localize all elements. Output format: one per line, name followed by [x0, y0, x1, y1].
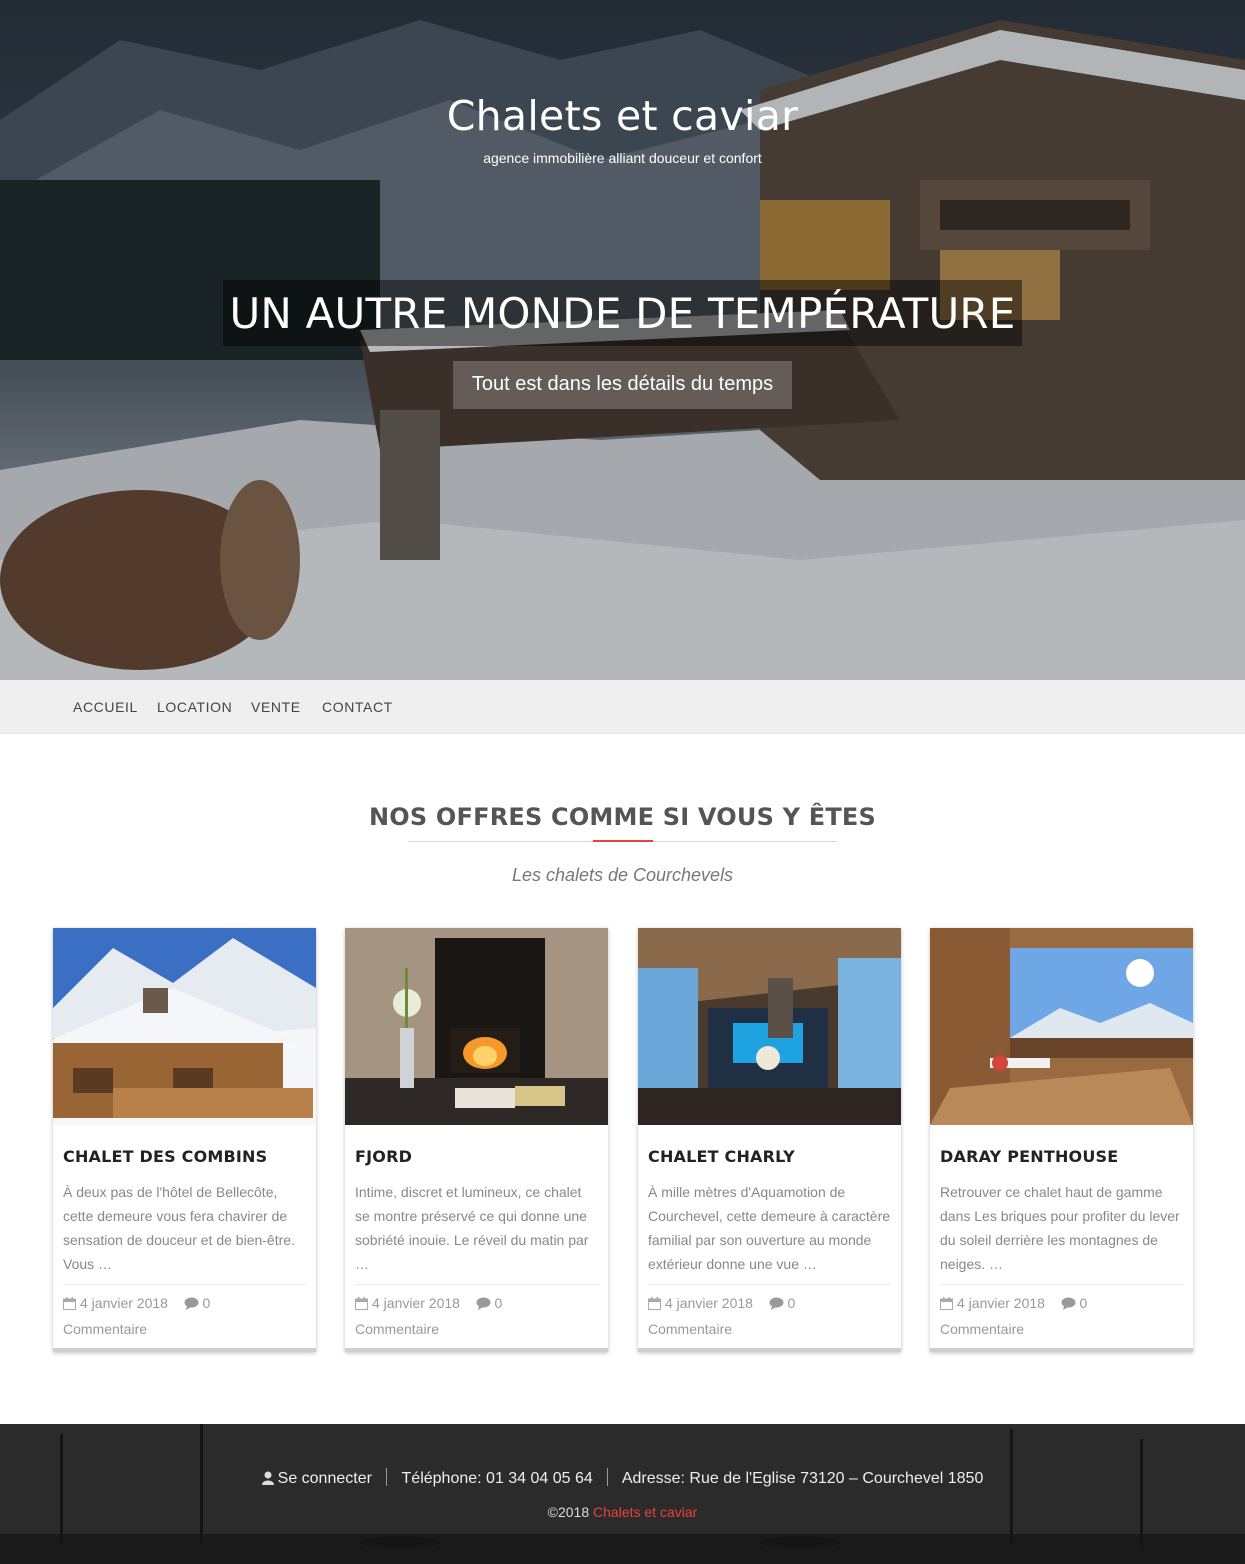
comment-icon — [476, 1293, 491, 1317]
login-link[interactable]: Se connecter — [278, 1470, 372, 1487]
main-navigation: ACCUEIL LOCATION VENTE CONTACT — [0, 680, 1245, 734]
nav-item-accueil[interactable]: ACCUEIL — [73, 699, 138, 715]
offer-card-meta: 4 janvier 2018 0 Commentaire — [355, 1291, 598, 1348]
offer-card-comments-count[interactable]: 0 — [495, 1295, 503, 1311]
site-footer: Se connecter Téléphone: 01 34 04 05 64 A… — [0, 1424, 1245, 1564]
offer-card-title[interactable]: CHALET CHARLY — [648, 1147, 891, 1166]
nav-item-vente[interactable]: VENTE — [251, 699, 301, 715]
site-tagline: agence immobilière alliant douceur et co… — [483, 150, 762, 166]
offer-card-excerpt: Intime, discret et lumineux, ce chalet s… — [355, 1184, 589, 1272]
offer-card-comments-label[interactable]: Commentaire — [940, 1321, 1024, 1337]
offer-card-excerpt: Retrouver ce chalet haut de gamme dans L… — [940, 1184, 1180, 1272]
offer-card-comments-label[interactable]: Commentaire — [648, 1321, 732, 1337]
nav-item-contact[interactable]: CONTACT — [322, 699, 393, 715]
calendar-icon — [355, 1293, 368, 1317]
offer-card-comments-count[interactable]: 0 — [203, 1295, 211, 1311]
offers-subtitle: Les chalets de Courchevels — [511, 865, 734, 885]
footer-brand-link[interactable]: Chalets et caviar — [593, 1504, 697, 1520]
offer-card-excerpt: À mille mètres d'Aquamotion de Courcheve… — [648, 1184, 891, 1272]
offer-card-excerpt: À deux pas de l'hôtel de Bellecôte, cett… — [63, 1184, 295, 1272]
offer-card-image[interactable] — [930, 928, 1193, 1125]
offer-card-image[interactable] — [53, 928, 316, 1125]
hero-banner: Chalets et caviar agence immobilière all… — [0, 0, 1245, 680]
offer-card-comments-label[interactable]: Commentaire — [355, 1321, 439, 1337]
offer-card-date[interactable]: 4 janvier 2018 — [372, 1295, 460, 1311]
comment-icon — [184, 1293, 199, 1317]
hero-subheading: Tout est dans les détails du temps — [471, 373, 774, 395]
calendar-icon — [63, 1293, 76, 1317]
offer-card-image[interactable] — [638, 928, 901, 1125]
offer-card-date[interactable]: 4 janvier 2018 — [80, 1295, 168, 1311]
offer-card: DARAY PENTHOUSE Retrouver ce chalet haut… — [930, 928, 1193, 1352]
offer-card-date[interactable]: 4 janvier 2018 — [957, 1295, 1045, 1311]
copyright-year: ©2018 — [547, 1504, 590, 1520]
offer-card-image[interactable] — [345, 928, 608, 1125]
offer-card: CHALET DES COMBINS À deux pas de l'hôtel… — [53, 928, 316, 1352]
offers-title: NOS OFFRES COMME SI VOUS Y ÊTES — [368, 803, 876, 831]
footer-copyright: ©2018 Chalets et caviar — [0, 1504, 1245, 1520]
offer-card-meta: 4 janvier 2018 0 Commentaire — [648, 1291, 891, 1348]
offer-card-title[interactable]: FJORD — [355, 1147, 598, 1166]
footer-background-image — [0, 1424, 1245, 1564]
offer-card: FJORD Intime, discret et lumineux, ce ch… — [345, 928, 608, 1352]
footer-contact-line: Se connecter Téléphone: 01 34 04 05 64 A… — [0, 1468, 1245, 1490]
offer-card-comments-count[interactable]: 0 — [1080, 1295, 1088, 1311]
footer-address: Adresse: Rue de l'Eglise 73120 – Courche… — [621, 1470, 984, 1487]
offer-card-meta: 4 janvier 2018 0 Commentaire — [940, 1291, 1183, 1348]
offer-card: CHALET CHARLY À mille mètres d'Aquamotio… — [638, 928, 901, 1352]
comment-icon — [1061, 1293, 1076, 1317]
offer-card-title[interactable]: CHALET DES COMBINS — [63, 1147, 306, 1166]
user-icon — [261, 1471, 274, 1490]
calendar-icon — [940, 1293, 953, 1317]
offer-card-meta: 4 janvier 2018 0 Commentaire — [63, 1291, 306, 1348]
offer-card-comments-label[interactable]: Commentaire — [63, 1321, 147, 1337]
offers-title-accent — [593, 840, 653, 842]
nav-item-location[interactable]: LOCATION — [157, 699, 232, 715]
offer-card-comments-count[interactable]: 0 — [788, 1295, 796, 1311]
offer-card-date[interactable]: 4 janvier 2018 — [665, 1295, 753, 1311]
offer-card-title[interactable]: DARAY PENTHOUSE — [940, 1147, 1183, 1166]
footer-phone: Téléphone: 01 34 04 05 64 — [401, 1470, 593, 1487]
comment-icon — [769, 1293, 784, 1317]
calendar-icon — [648, 1293, 661, 1317]
site-title[interactable]: Chalets et caviar — [0, 92, 1245, 140]
hero-heading: UN AUTRE MONDE DE TEMPÉRATURE — [229, 289, 1016, 338]
